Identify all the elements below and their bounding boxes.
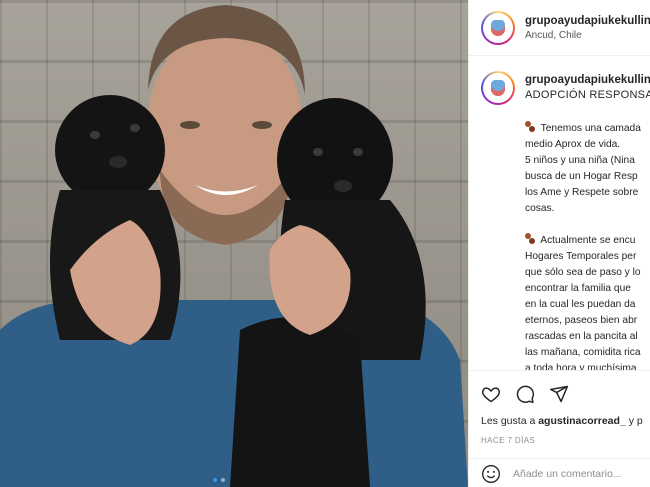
header-username[interactable]: grupoayudapiukekullin xyxy=(525,15,650,27)
caption-line: a toda hora y muchísima xyxy=(525,363,637,370)
caption-line: los Ame y Respete sobre xyxy=(525,187,639,198)
caption-title: ADOPCIÓN RESPONSABL xyxy=(525,89,650,101)
carousel-dot-active[interactable] xyxy=(213,478,217,482)
photo-illustration xyxy=(0,5,468,487)
caption-username[interactable]: grupoayudapiukekullin xyxy=(525,74,650,86)
post-timestamp[interactable]: HACE 7 DÍAS xyxy=(481,436,639,445)
instagram-post: grupoayudapiukekullin Ancud, Chile grupo… xyxy=(0,0,650,487)
carousel-dot[interactable] xyxy=(221,478,225,482)
avatar[interactable] xyxy=(481,10,515,45)
post-actions: Les gusta a agustinacorread_ y p HACE 7 … xyxy=(469,370,650,445)
likes-line: Les gusta a agustinacorread_ y p xyxy=(481,415,643,427)
post-header: grupoayudapiukekullin Ancud, Chile xyxy=(469,0,650,56)
paw-emoji-icon xyxy=(525,121,536,132)
caption-line: cosas. xyxy=(525,203,555,214)
caption-line: Actualmente se encu xyxy=(540,235,636,246)
comment-input[interactable] xyxy=(513,467,648,480)
likes-suffix[interactable]: y p xyxy=(629,415,643,427)
likes-prefix: Les gusta a xyxy=(481,415,536,427)
caption-line: medio Aprox de vida. xyxy=(525,139,621,150)
caption-line: en la cual les puedan da xyxy=(525,299,636,310)
caption-avatar[interactable] xyxy=(481,71,515,105)
caption-line: 5 niños y una niña (Nina xyxy=(525,155,635,166)
carousel-dots xyxy=(213,478,225,482)
post-photo[interactable] xyxy=(0,0,468,487)
caption-line: encontrar la familia que xyxy=(525,283,631,294)
caption-paragraph-2: Actualmente se encu Hogares Temporales p… xyxy=(525,233,650,370)
caption-paragraph-1: Tenemos una camada medio Aprox de vida. … xyxy=(525,121,650,217)
share-icon[interactable] xyxy=(549,384,569,404)
comment-icon[interactable] xyxy=(515,384,535,404)
caption-line: rascadas en la pancita al xyxy=(525,331,638,342)
avatar-logo xyxy=(483,12,513,43)
header-location[interactable]: Ancud, Chile xyxy=(525,30,650,41)
paw-emoji-icon xyxy=(525,233,536,244)
caption-line: Hogares Temporales per xyxy=(525,251,637,262)
caption-area: grupoayudapiukekullin ADOPCIÓN RESPONSAB… xyxy=(469,57,650,370)
caption-line: eternos, paseos bien abr xyxy=(525,315,638,326)
post-side-panel: grupoayudapiukekullin Ancud, Chile grupo… xyxy=(468,0,650,487)
caption-line: que sólo sea de paso y lo xyxy=(525,267,641,278)
heart-icon[interactable] xyxy=(481,384,501,404)
avatar-logo xyxy=(483,73,513,103)
likes-user-link[interactable]: agustinacorread_ xyxy=(538,415,626,427)
add-comment-bar xyxy=(469,458,650,487)
emoji-icon[interactable] xyxy=(481,464,501,484)
caption-line: busca de un Hogar Resp xyxy=(525,171,638,182)
caption-line: las mañana, comidita rica xyxy=(525,347,641,358)
caption-line: Tenemos una camada xyxy=(540,123,641,134)
